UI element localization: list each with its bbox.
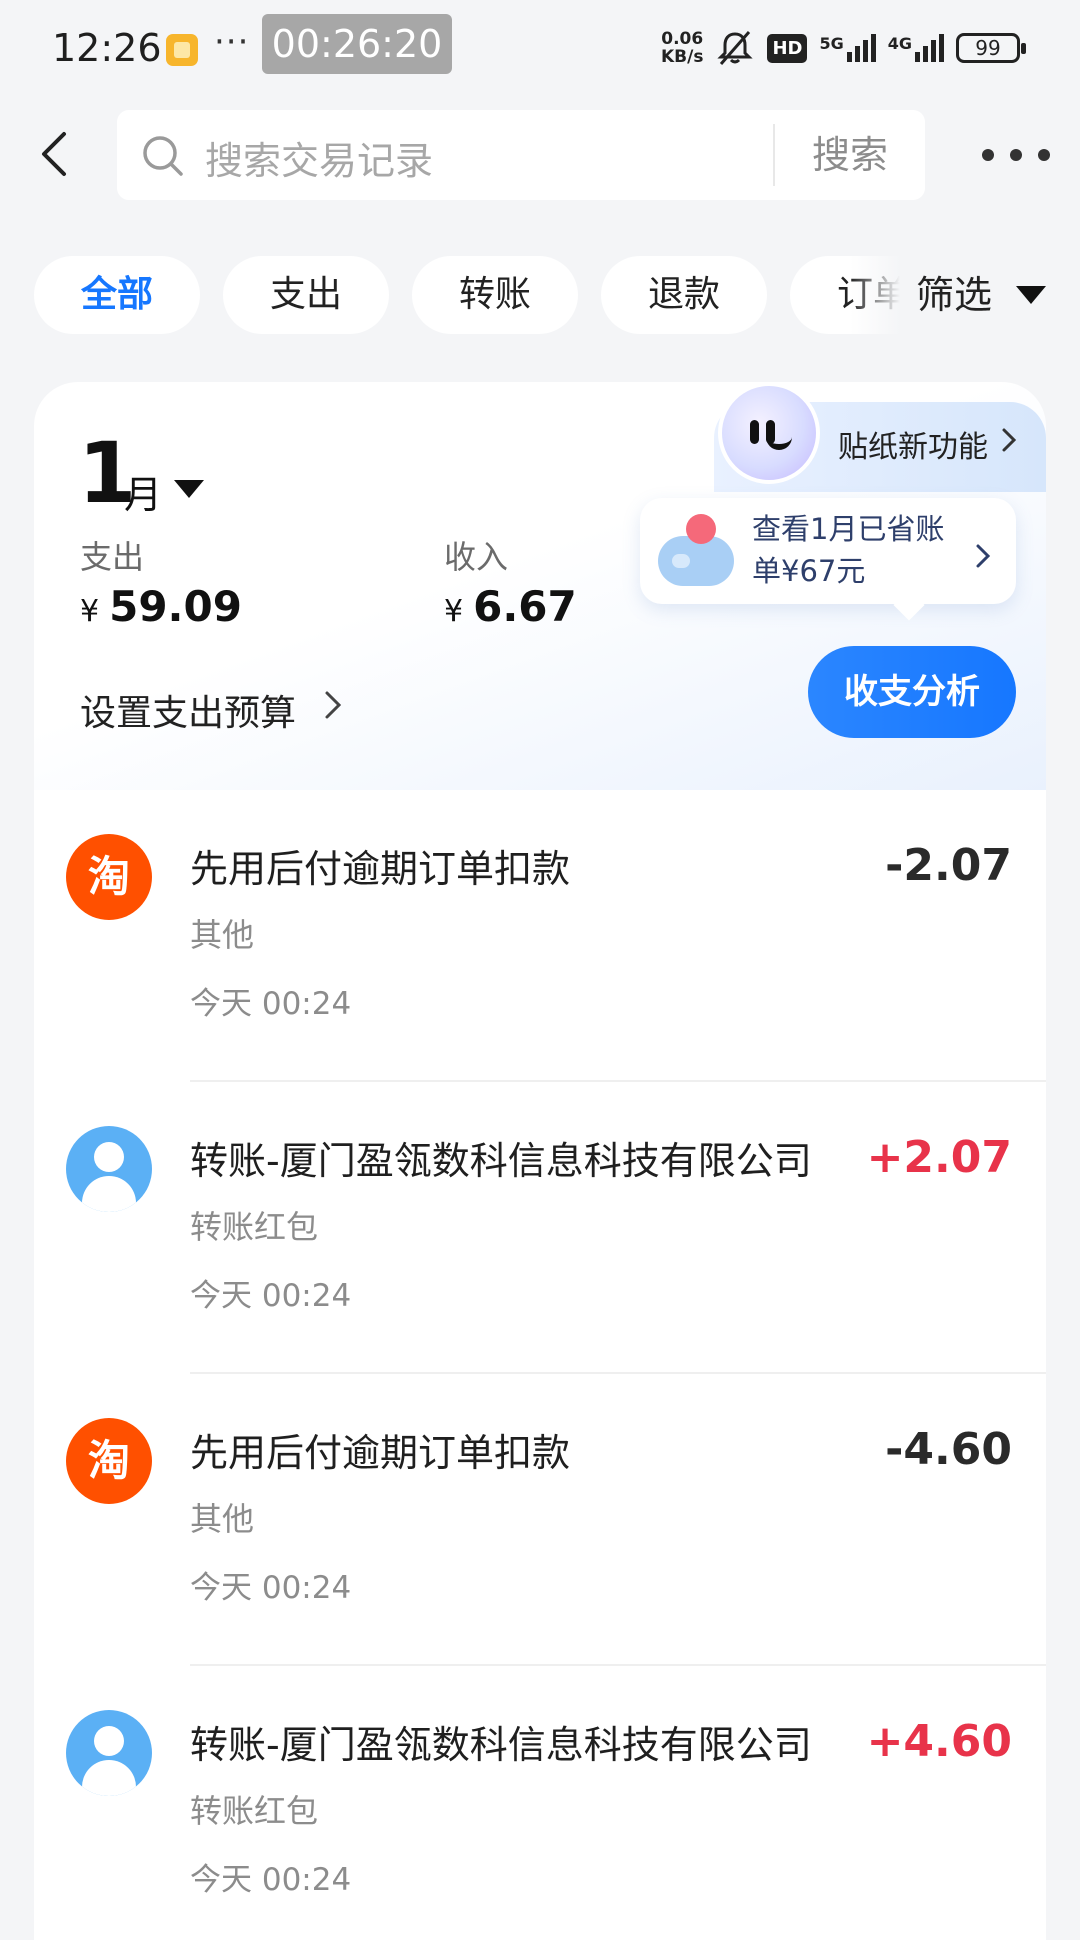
tab-refund[interactable]: 退款	[601, 256, 767, 334]
transaction-category: 其他	[190, 916, 255, 954]
transaction-amount: +2.07	[866, 1132, 1012, 1183]
transaction-time: 今天 00:24	[190, 1278, 352, 1314]
transaction-row[interactable]: 淘 先用后付逾期订单扣款 其他 今天 00:24 -2.07	[34, 790, 1046, 1082]
chevron-right-icon	[1002, 428, 1017, 452]
transaction-row[interactable]: 转账-厦门盈瓴数科信息科技有限公司 转账红包 今天 00:24 +4.60	[34, 1666, 1046, 1940]
month-unit: 月	[124, 473, 163, 517]
status-time: 12:26	[52, 26, 162, 70]
network-speed: 0.06 KB/s	[660, 29, 704, 67]
month-selector[interactable]: 1 月	[78, 424, 204, 522]
savings-tip-text: 查看1月已省账单¥67元	[752, 512, 945, 588]
person-icon	[66, 1710, 152, 1796]
transaction-time: 今天 00:24	[190, 1862, 352, 1898]
chevron-left-icon	[42, 132, 66, 176]
more-notifications-icon: ···	[214, 22, 250, 62]
transaction-title: 先用后付逾期订单扣款	[190, 847, 571, 891]
status-indicators: 0.06 KB/s HD 5G 4G 99	[660, 24, 1026, 72]
transaction-time: 今天 00:24	[190, 1570, 352, 1606]
tab-all[interactable]: 全部	[34, 256, 200, 334]
transaction-category: 其他	[190, 1500, 255, 1538]
taobao-icon: 淘	[66, 1418, 152, 1504]
tab-order[interactable]: 订单	[790, 256, 900, 334]
chevron-right-icon	[976, 544, 991, 568]
expense-label: 支出	[80, 538, 145, 576]
transaction-title: 转账-厦门盈瓴数科信息科技有限公司	[190, 1723, 812, 1767]
dot-icon	[1038, 149, 1050, 161]
tab-order-clip: 订单	[790, 256, 900, 334]
search-button[interactable]: 搜索	[775, 110, 925, 200]
taobao-icon: 淘	[66, 834, 152, 920]
search-input[interactable]: 搜索交易记录	[205, 130, 765, 185]
transaction-category: 转账红包	[190, 1208, 319, 1246]
savings-tip-bubble[interactable]: 查看1月已省账单¥67元	[640, 498, 1016, 604]
filter-tabs: 全部 支出 转账 退款 订单 筛选	[0, 256, 1080, 334]
transaction-title: 先用后付逾期订单扣款	[190, 1431, 571, 1475]
transaction-list: 淘 先用后付逾期订单扣款 其他 今天 00:24 -2.07 转账-厦门盈瓴数科…	[34, 790, 1046, 1940]
transaction-category: 转账红包	[190, 1792, 319, 1830]
transaction-time: 今天 00:24	[190, 986, 352, 1022]
search-bar[interactable]: 搜索交易记录 搜索	[117, 110, 925, 200]
transaction-row[interactable]: 淘 先用后付逾期订单扣款 其他 今天 00:24 -4.60	[34, 1374, 1046, 1666]
notification-app-icon	[166, 34, 198, 66]
dot-icon	[982, 149, 994, 161]
signal-4g-icon: 4G	[888, 34, 944, 62]
back-button[interactable]	[30, 126, 86, 182]
dot-icon	[1010, 149, 1022, 161]
transaction-row[interactable]: 转账-厦门盈瓴数科信息科技有限公司 转账红包 今天 00:24 +2.07	[34, 1082, 1046, 1374]
mute-bell-icon	[715, 28, 755, 68]
hd-voice-badge: HD	[767, 33, 808, 63]
income-label: 收入	[444, 538, 509, 576]
battery-icon: 99	[956, 33, 1026, 63]
more-options-button[interactable]	[982, 140, 1050, 170]
search-icon	[143, 136, 183, 176]
transaction-amount: +4.60	[866, 1716, 1012, 1767]
tab-expense[interactable]: 支出	[223, 256, 389, 334]
recording-timer: 00:26:20	[262, 14, 452, 74]
monthly-summary-card: 贴纸新功能 1 月 支出 ¥59.09 收入 ¥6.67 设置支出预算 查看1月…	[34, 382, 1046, 790]
transaction-amount: -4.60	[885, 1424, 1012, 1475]
transaction-amount: -2.07	[885, 840, 1012, 891]
dropdown-triangle-icon	[1016, 286, 1046, 304]
signal-5g-icon: 5G	[819, 34, 876, 62]
dropdown-triangle-icon	[174, 480, 204, 498]
tab-transfer[interactable]: 转账	[412, 256, 578, 334]
income-expense-analysis-button[interactable]: 收支分析	[808, 646, 1016, 738]
person-icon	[66, 1126, 152, 1212]
filter-label: 筛选	[916, 273, 993, 317]
status-bar: 12:26 ··· 00:26:20 0.06 KB/s HD 5G 4G 99	[0, 0, 1080, 96]
piggy-bank-icon	[658, 514, 738, 590]
filter-button[interactable]: 筛选	[912, 256, 1080, 334]
chevron-right-icon	[325, 691, 342, 719]
expense-total: ¥59.09	[80, 582, 242, 631]
sticker-feature-label[interactable]: 贴纸新功能	[838, 422, 988, 466]
income-total: ¥6.67	[444, 582, 577, 631]
transaction-title: 转账-厦门盈瓴数科信息科技有限公司	[190, 1139, 812, 1183]
set-budget-link[interactable]: 设置支出预算	[80, 684, 296, 736]
sticker-mascot-icon[interactable]	[718, 382, 820, 484]
